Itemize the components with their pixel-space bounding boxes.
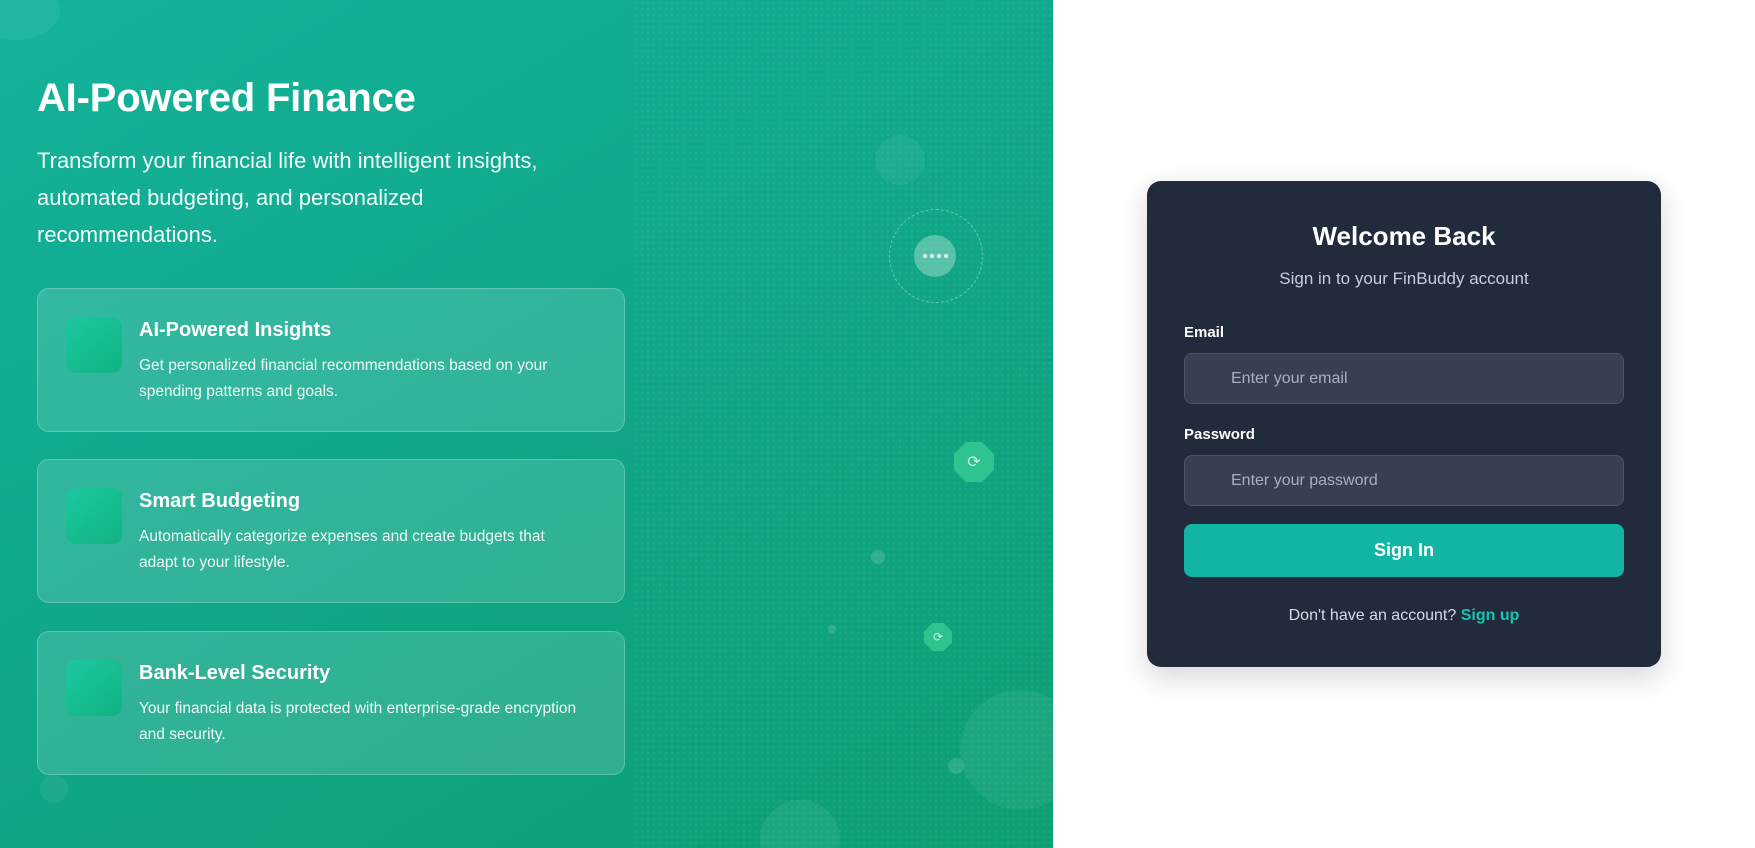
login-page: AI-Powered Finance Transform your financ… [0, 0, 1755, 848]
decorative-glow [0, 0, 60, 40]
feature-card-budgeting: Smart Budgeting Automatically categorize… [37, 459, 625, 603]
insights-icon [66, 317, 122, 373]
hero-subtitle: Transform your financial life with intel… [37, 148, 538, 247]
feature-description: Get personalized financial recommendatio… [139, 357, 548, 400]
password-field[interactable] [1184, 455, 1624, 506]
octagon-badge-icon: ⟳ [954, 442, 994, 482]
signup-row: Don't have an account? Sign up [1147, 607, 1661, 625]
login-card: Welcome Back Sign in to your FinBuddy ac… [1147, 181, 1661, 667]
login-subtitle: Sign in to your FinBuddy account [1279, 269, 1529, 288]
feature-title: Smart Budgeting [139, 490, 301, 512]
decorative-dot [948, 758, 964, 774]
hero-panel: AI-Powered Finance Transform your financ… [0, 0, 1053, 848]
decorative-dot [828, 625, 836, 633]
budgeting-icon [66, 488, 122, 544]
auth-panel: Welcome Back Sign in to your FinBuddy ac… [1053, 0, 1755, 848]
hero-title: AI-Powered Finance [37, 76, 416, 120]
chat-bubble-icon [914, 235, 956, 277]
decorative-dot [871, 550, 885, 564]
feature-card-insights: AI-Powered Insights Get personalized fin… [37, 288, 625, 432]
feature-title: Bank-Level Security [139, 662, 331, 684]
feature-title: AI-Powered Insights [139, 319, 332, 341]
security-icon [66, 660, 122, 716]
signup-prompt: Don't have an account? [1288, 607, 1457, 624]
decorative-glow [40, 775, 68, 803]
password-label: Password [1184, 426, 1255, 443]
decorative-glow [875, 135, 925, 185]
email-field[interactable] [1184, 353, 1624, 404]
email-label: Email [1184, 324, 1225, 341]
feature-card-security: Bank-Level Security Your financial data … [37, 631, 625, 775]
feature-description: Your financial data is protected with en… [139, 700, 577, 743]
feature-description: Automatically categorize expenses and cr… [139, 528, 545, 571]
login-title: Welcome Back [1312, 221, 1496, 251]
sign-in-button[interactable]: Sign In [1184, 524, 1624, 577]
signup-link[interactable]: Sign up [1461, 607, 1520, 624]
octagon-badge-icon: ⟳ [924, 623, 952, 651]
